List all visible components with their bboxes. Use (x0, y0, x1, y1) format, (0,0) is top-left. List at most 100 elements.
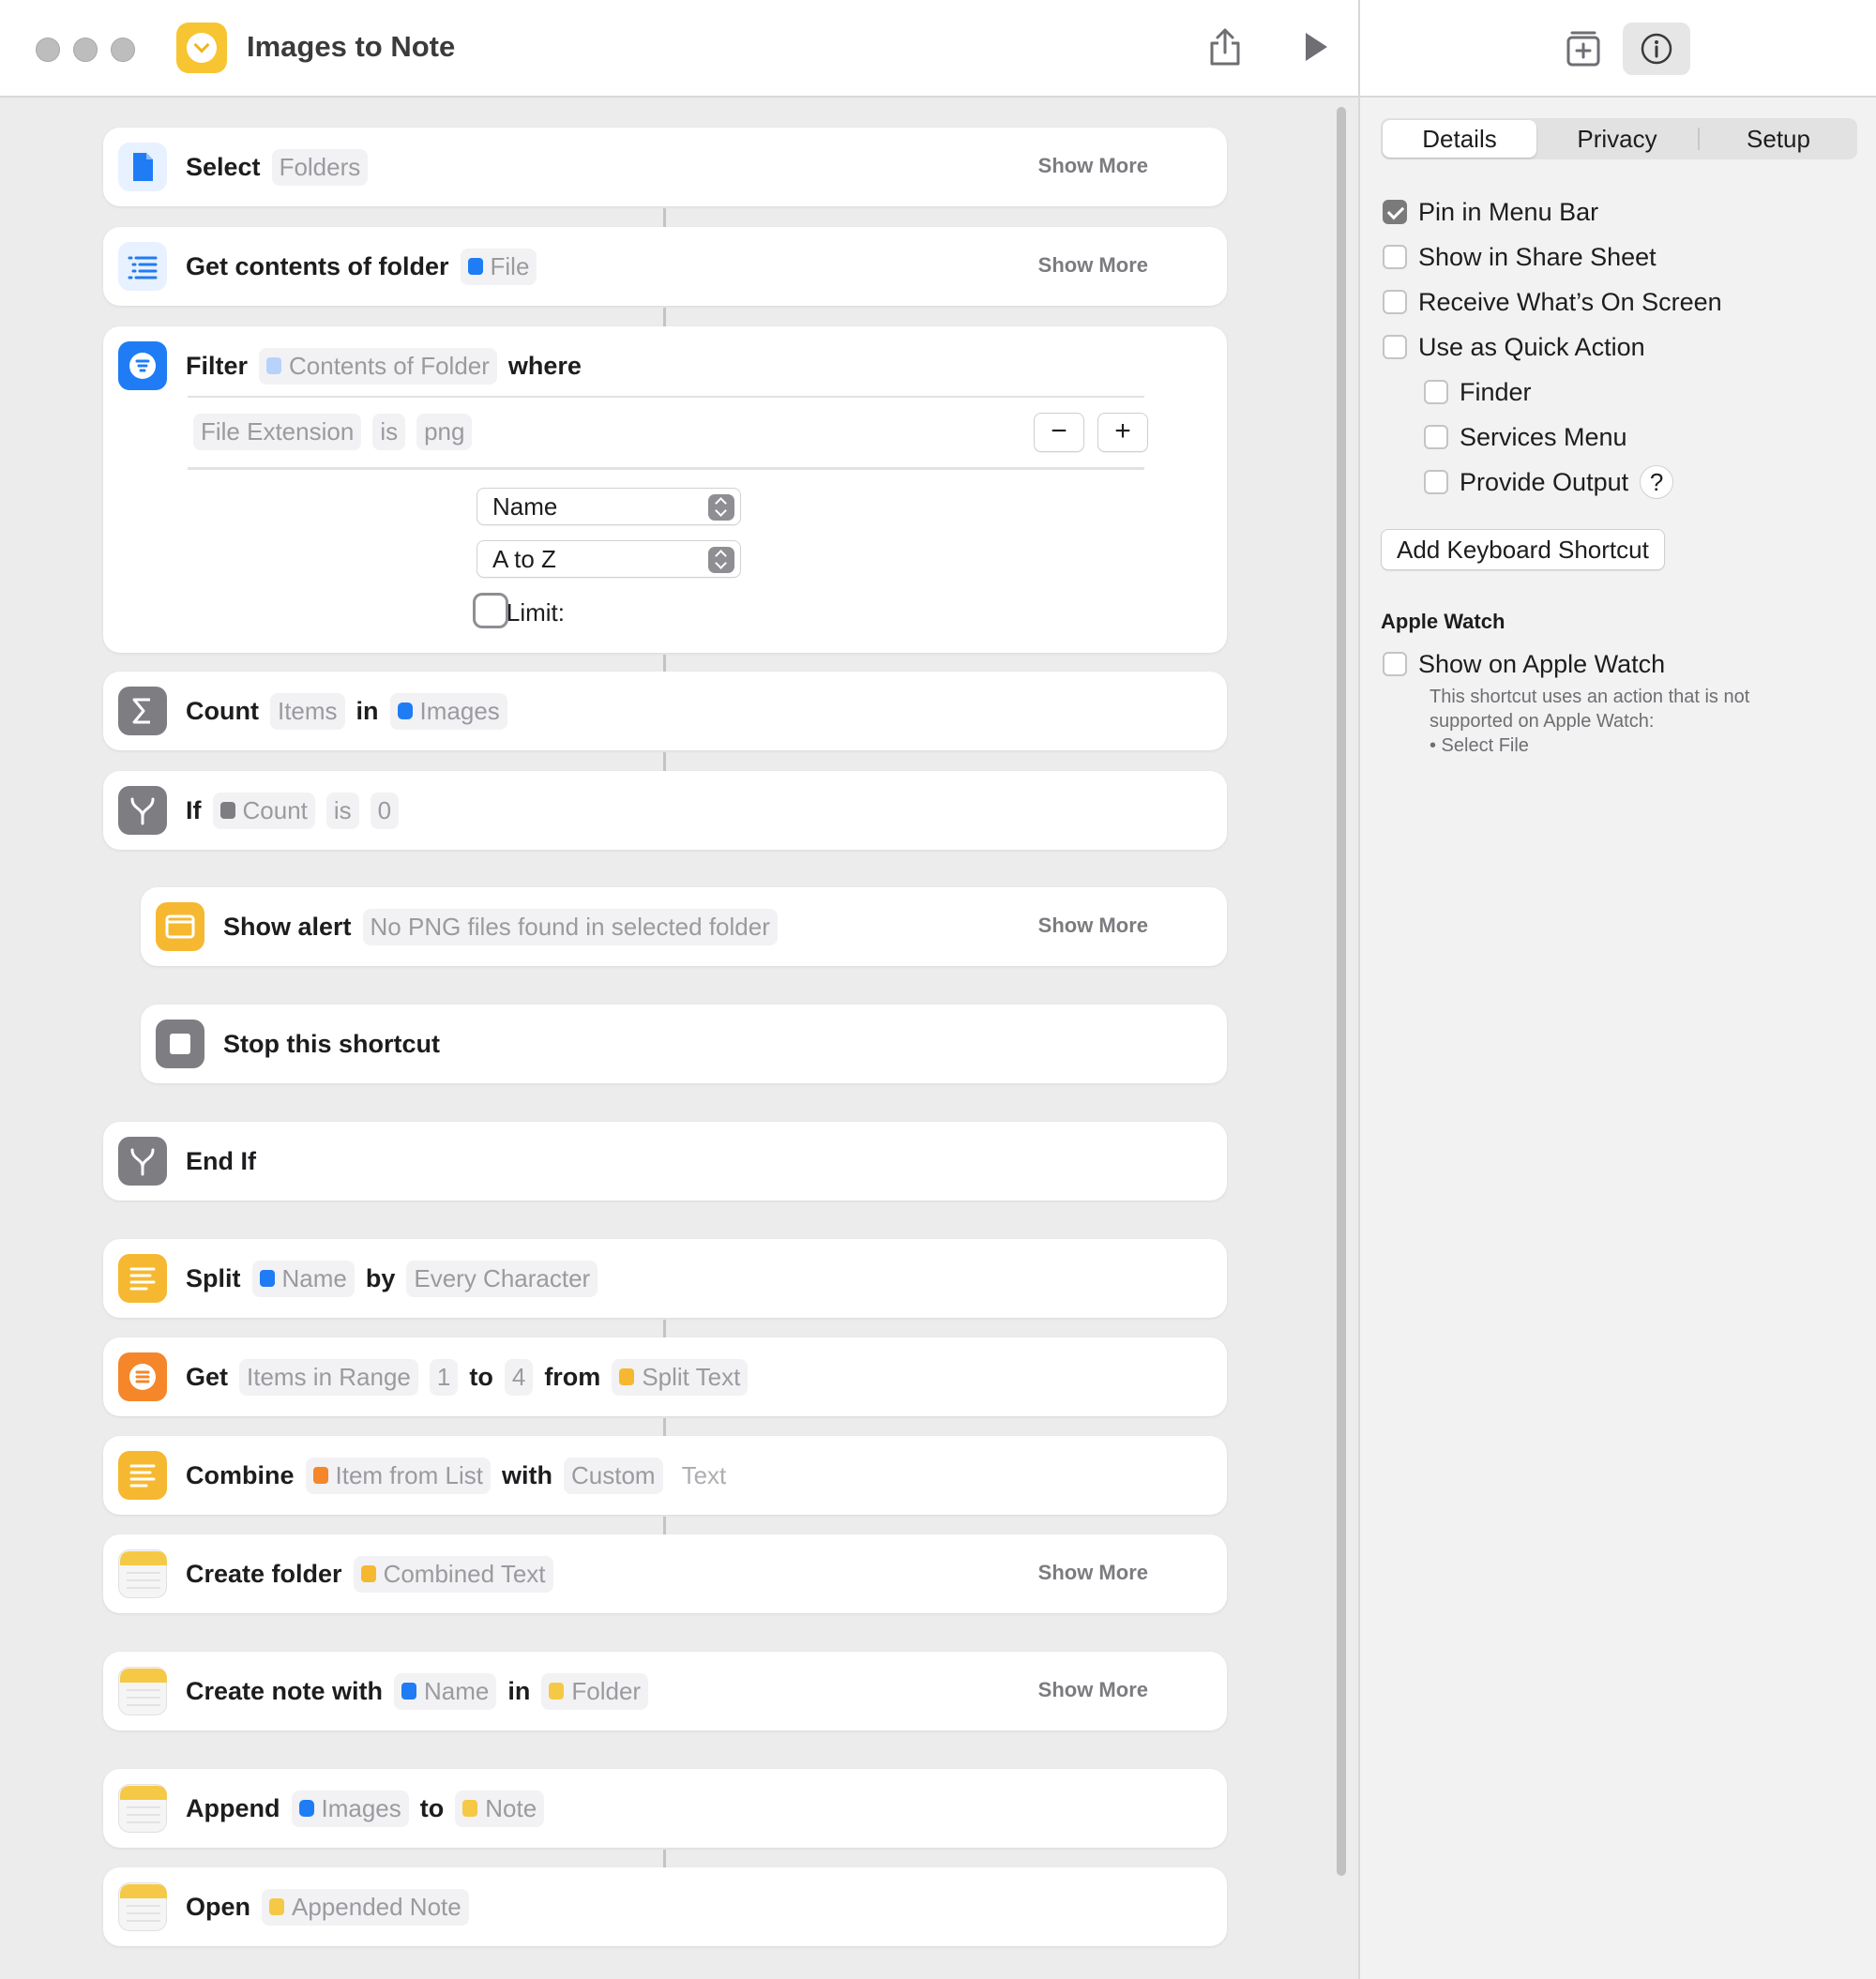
minimize-window-button[interactable] (73, 38, 98, 62)
condition-value[interactable]: png (416, 413, 473, 450)
action-stop-shortcut[interactable]: Stop this shortcut (141, 1005, 1227, 1083)
info-button[interactable] (1623, 23, 1690, 75)
option-pin-in-menu-bar[interactable]: Pin in Menu Bar (1383, 195, 1598, 229)
range-end[interactable]: 4 (504, 1358, 534, 1396)
condition-value[interactable]: 0 (370, 792, 400, 829)
action-count[interactable]: Count Items in Images (103, 672, 1227, 750)
close-window-button[interactable] (36, 38, 60, 62)
action-create-folder[interactable]: Create folder Combined Text Show More (103, 1534, 1227, 1613)
param-token[interactable]: Folder (541, 1672, 649, 1710)
text-icon (118, 1254, 167, 1303)
show-more-button[interactable]: Show More (1038, 1678, 1148, 1702)
checkbox[interactable] (1383, 335, 1407, 359)
param-token[interactable]: File (460, 248, 537, 285)
param-token[interactable]: Name (394, 1672, 497, 1710)
separator-token[interactable]: Every Character (406, 1260, 598, 1297)
help-button[interactable]: ? (1640, 465, 1674, 499)
option-provide-output[interactable]: Provide Output ? (1424, 465, 1674, 499)
custom-text-field[interactable]: Text (674, 1458, 734, 1494)
option-show-in-share-sheet[interactable]: Show in Share Sheet (1383, 240, 1657, 274)
option-finder[interactable]: Finder (1424, 375, 1532, 409)
tab-privacy[interactable]: Privacy (1538, 118, 1696, 159)
show-more-button[interactable]: Show More (1038, 1561, 1148, 1585)
action-get-items-from-list[interactable]: Get Items in Range 1 to 4 from Split Tex… (103, 1337, 1227, 1416)
param-token[interactable]: Appended Note (262, 1888, 469, 1926)
action-filter-files[interactable]: Filter Contents of Folder where File Ext… (103, 326, 1227, 653)
checkbox[interactable] (1424, 380, 1448, 404)
checkbox[interactable] (1424, 470, 1448, 494)
action-append-to-note[interactable]: Append Images to Note (103, 1769, 1227, 1848)
sort-by-popup[interactable]: Name (477, 488, 741, 525)
action-split-text[interactable]: Split Name by Every Character (103, 1239, 1227, 1318)
list-mini-icon (312, 1467, 328, 1484)
checkbox-checked[interactable] (1383, 200, 1407, 224)
param-token[interactable]: Count (212, 792, 315, 829)
show-more-button[interactable]: Show More (1038, 154, 1148, 178)
notes-mini-icon (462, 1800, 478, 1817)
text-mini-icon (360, 1565, 376, 1582)
text-icon (118, 1451, 167, 1500)
title-bar: Images to Note (0, 0, 1358, 98)
run-play-icon[interactable] (1302, 30, 1330, 64)
param-token[interactable]: Note (455, 1790, 545, 1827)
action-select-file[interactable]: Select Folders Show More (103, 128, 1227, 206)
option-services-menu[interactable]: Services Menu (1424, 420, 1627, 454)
param-token[interactable]: Contents of Folder (259, 347, 497, 385)
share-icon[interactable] (1206, 26, 1244, 68)
action-get-contents-of-folder[interactable]: Get contents of folder File Show More (103, 227, 1227, 306)
action-show-alert[interactable]: Show alert No PNG files found in selecte… (141, 887, 1227, 966)
param-token[interactable]: Item from List (305, 1457, 491, 1494)
action-title: Stop this shortcut (223, 1029, 440, 1058)
param-token[interactable]: Images (291, 1790, 409, 1827)
option-receive-whats-on-screen[interactable]: Receive What’s On Screen (1383, 285, 1722, 319)
zoom-window-button[interactable] (111, 38, 135, 62)
action-end-if[interactable]: End If (103, 1122, 1227, 1201)
condition-operator[interactable]: is (325, 792, 359, 829)
keyword-in: in (507, 1676, 531, 1705)
action-combine-text[interactable]: Combine Item from List with Custom Text (103, 1436, 1227, 1515)
param-token[interactable]: Items (269, 692, 345, 730)
window-title: Images to Note (247, 30, 456, 63)
param-token[interactable]: Split Text (612, 1358, 749, 1396)
tab-details[interactable]: Details (1383, 120, 1536, 158)
flow-connector (663, 1517, 666, 1535)
tab-setup[interactable]: Setup (1700, 118, 1857, 159)
option-use-as-quick-action[interactable]: Use as Quick Action (1383, 330, 1645, 364)
sigma-icon (118, 687, 167, 735)
param-token[interactable]: Combined Text (353, 1555, 553, 1593)
checkbox[interactable] (1383, 245, 1407, 269)
separator-token[interactable]: Custom (564, 1457, 663, 1494)
divider (188, 467, 1144, 470)
param-token[interactable]: No PNG files found in selected folder (362, 908, 778, 945)
condition-field[interactable]: File Extension (193, 413, 362, 450)
checkbox[interactable] (1383, 290, 1407, 314)
sigma-mini-icon (219, 802, 235, 819)
show-more-button[interactable]: Show More (1038, 914, 1148, 938)
add-condition-button[interactable]: + (1097, 413, 1148, 452)
order-popup[interactable]: A to Z (477, 540, 741, 578)
param-token[interactable]: Folders (271, 148, 369, 186)
editor-scrollbar[interactable] (1337, 107, 1346, 1876)
shortcut-app-icon[interactable] (176, 23, 227, 73)
param-token[interactable]: Name (251, 1260, 355, 1297)
param-token[interactable]: Items in Range (239, 1358, 418, 1396)
checkbox[interactable] (1383, 652, 1407, 676)
checkbox[interactable] (1424, 425, 1448, 449)
show-more-button[interactable]: Show More (1038, 253, 1148, 278)
option-show-on-apple-watch[interactable]: Show on Apple Watch (1383, 647, 1665, 681)
flow-connector (663, 1320, 666, 1338)
action-library-icon[interactable] (1565, 28, 1602, 68)
action-title: Get contents of folder (186, 251, 449, 280)
flow-connector (663, 1850, 666, 1868)
action-if[interactable]: If Count is 0 (103, 771, 1227, 850)
text-mini-icon (619, 1368, 635, 1385)
action-create-note[interactable]: Create note with Name in Folder Show Mor… (103, 1652, 1227, 1730)
add-keyboard-shortcut-button[interactable]: Add Keyboard Shortcut (1381, 529, 1665, 570)
remove-condition-button[interactable]: − (1034, 413, 1084, 452)
action-open-note[interactable]: Open Appended Note (103, 1867, 1227, 1946)
param-token[interactable]: Images (389, 692, 507, 730)
limit-toggle[interactable] (473, 593, 508, 628)
condition-operator[interactable]: is (372, 413, 406, 450)
range-start[interactable]: 1 (429, 1358, 459, 1396)
apple-watch-note: This shortcut uses an action that is not (1430, 687, 1750, 707)
